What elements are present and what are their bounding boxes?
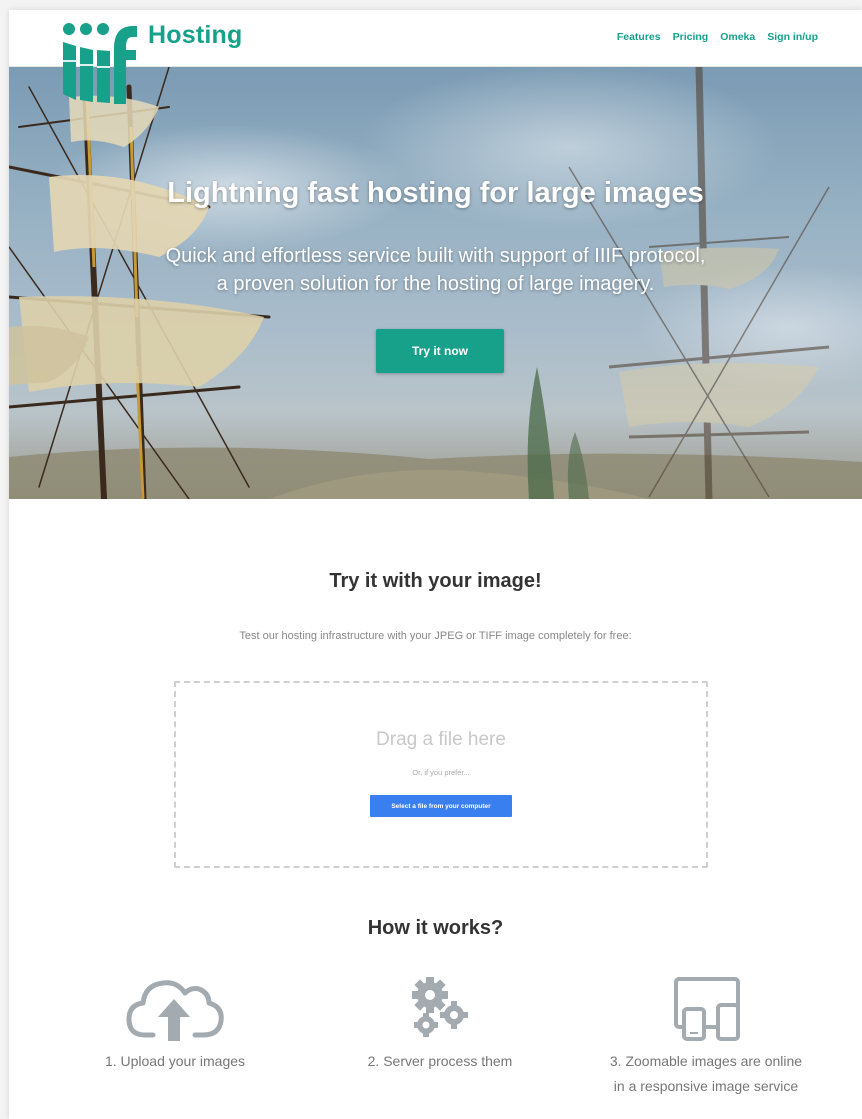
step-online-label: 3. Zoomable images are online in a respo… xyxy=(581,1049,831,1099)
step-online-label-line2: in a responsive image service xyxy=(613,1078,799,1094)
dropzone-title: Drag a file here xyxy=(376,729,506,750)
hero-section: Lightning fast hosting for large images … xyxy=(9,67,862,499)
file-dropzone[interactable]: Drag a file here Or, if you prefer... Se… xyxy=(174,681,708,868)
step-process-label: 2. Server process them xyxy=(367,1053,513,1069)
nav-pricing[interactable]: Pricing xyxy=(673,31,709,43)
hero-title: Lightning fast hosting for large images xyxy=(167,177,704,209)
nav-features[interactable]: Features xyxy=(617,31,661,43)
page: Hosting Features Pricing Omeka Sign in/u… xyxy=(9,10,862,1119)
iiif-logo[interactable] xyxy=(61,20,139,104)
brand-name[interactable]: Hosting xyxy=(148,21,242,50)
hero-content: Lightning fast hosting for large images … xyxy=(9,67,862,499)
nav-sign-in-up[interactable]: Sign in/up xyxy=(767,31,818,43)
try-section-title: Try it with your image! xyxy=(329,570,542,592)
main-nav: Features Pricing Omeka Sign in/up xyxy=(617,31,818,43)
dropzone-or-text: Or, if you prefer... xyxy=(412,768,470,777)
devices-icon xyxy=(674,977,740,1041)
try-it-now-button[interactable]: Try it now xyxy=(376,329,504,373)
select-file-button[interactable]: Select a file from your computer xyxy=(370,795,512,817)
hero-subtitle: Quick and effortless service built with … xyxy=(89,242,782,298)
try-section-description: Test our hosting infrastructure with you… xyxy=(239,630,632,642)
step-online-label-line1: 3. Zoomable images are online xyxy=(609,1053,803,1069)
step-upload: 1. Upload your images xyxy=(50,975,300,1074)
how-it-works-title: How it works? xyxy=(367,917,504,939)
nav-omeka[interactable]: Omeka xyxy=(720,31,755,43)
gears-icon xyxy=(412,977,468,1037)
step-process: 2. Server process them xyxy=(315,975,565,1074)
cloud-upload-icon xyxy=(126,980,224,1041)
step-upload-label: 1. Upload your images xyxy=(104,1053,246,1069)
step-online: 3. Zoomable images are online in a respo… xyxy=(581,975,831,1099)
hero-subtitle-line2: a proven solution for the hosting of lar… xyxy=(216,273,655,295)
hero-subtitle-line1: Quick and effortless service built with … xyxy=(165,245,706,267)
